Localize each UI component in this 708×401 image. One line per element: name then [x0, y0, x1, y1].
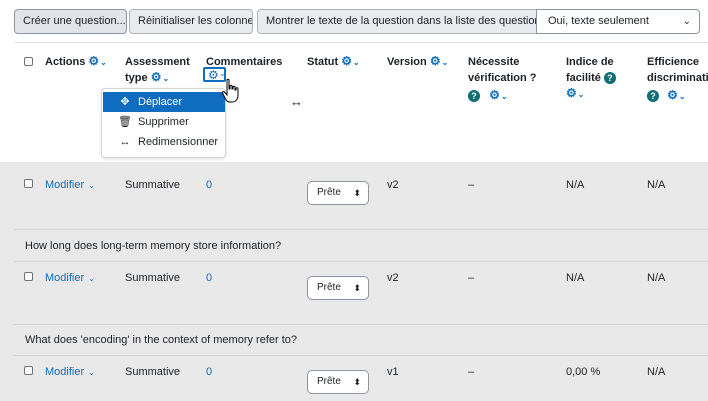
gear-icon: ⚙: [208, 68, 219, 82]
chevron-down-icon[interactable]: ⌄: [353, 55, 360, 71]
needs-check-value: –: [468, 179, 475, 191]
question-text: How long does long-term memory store inf…: [25, 240, 282, 252]
select-all-checkbox[interactable]: [24, 57, 33, 66]
column-actions-label: Actions: [45, 56, 86, 68]
column-header-status: Statut ⚙⌄: [307, 54, 360, 71]
question-help-icon[interactable]: ?: [647, 90, 659, 102]
assessment-type-value: Summative: [125, 179, 181, 191]
gear-icon[interactable]: ⚙: [489, 89, 500, 101]
discrimination-value: N/A: [647, 179, 666, 191]
row-divider: [14, 324, 708, 325]
assessment-type-value: Summative: [125, 272, 181, 284]
facility-value: N/A: [566, 272, 585, 284]
sort-caret-icon: ⬍: [353, 377, 361, 387]
column-facility-label-line1: Indice de: [566, 56, 614, 68]
gear-icon[interactable]: ⚙: [341, 55, 352, 67]
show-question-text-select[interactable]: Oui, texte seulement ⌄: [536, 9, 700, 34]
show-question-text-label: Montrer le texte de la question dans la …: [257, 9, 536, 34]
status-select[interactable]: Prête ⬍: [307, 276, 369, 300]
menu-item-move[interactable]: ✥ Déplacer: [103, 92, 225, 112]
trash-icon: 🗑: [118, 116, 132, 128]
column-status-label: Statut: [307, 56, 339, 68]
header-divider: [14, 42, 708, 43]
row-checkbox[interactable]: [24, 272, 33, 281]
needs-check-value: –: [468, 272, 475, 284]
gear-icon[interactable]: ⚙: [88, 55, 99, 67]
hand-cursor-icon: [221, 78, 239, 103]
discrimination-value: N/A: [647, 272, 666, 284]
question-help-icon[interactable]: ?: [603, 72, 616, 84]
column-header-discrimination: Efficience discriminativ ? ⚙⌄: [647, 54, 708, 105]
comments-count-link[interactable]: 0: [206, 366, 212, 378]
column-assessment-label-line1: Assessment: [125, 56, 190, 68]
create-question-button[interactable]: Créer une question...: [14, 9, 127, 34]
column-header-facility: Indice de facilité ? ⚙⌄: [566, 54, 616, 103]
status-select[interactable]: Prête ⬍: [307, 181, 369, 205]
chevron-down-icon: ⌄: [219, 69, 226, 78]
menu-item-resize[interactable]: ↔ Redimensionner: [103, 132, 225, 152]
facility-value: 0,00 %: [566, 366, 601, 378]
chevron-down-icon[interactable]: ⌄: [679, 89, 686, 105]
column-header-actions: Actions ⚙⌄: [45, 54, 107, 71]
edit-menu-link[interactable]: Modifier ⌄: [45, 179, 95, 191]
chevron-down-icon: ⌄: [682, 16, 691, 27]
resize-icon: ↔: [119, 136, 131, 148]
chevron-down-icon: ⌄: [88, 368, 95, 377]
needs-check-value: –: [468, 366, 475, 378]
assessment-type-value: Summative: [125, 366, 181, 378]
column-header-needs-check: Nécessite vérification ? ? ⚙⌄: [468, 54, 536, 105]
comments-count-link[interactable]: 0: [206, 179, 212, 191]
column-actions-menu: ✥ Déplacer 🗑 Supprimer ↔ Redimensionner: [101, 88, 226, 158]
gear-icon[interactable]: ⚙: [667, 89, 678, 101]
question-help-icon[interactable]: ?: [468, 90, 480, 102]
edit-menu-link[interactable]: Modifier ⌄: [45, 366, 95, 378]
chevron-down-icon[interactable]: ⌄: [501, 89, 508, 105]
column-assessment-label-line2: type: [125, 72, 148, 84]
chevron-down-icon: ⌄: [88, 181, 95, 190]
gear-icon[interactable]: ⚙: [151, 71, 162, 83]
row-checkbox[interactable]: [24, 366, 33, 375]
question-text: What does 'encoding' in the context of m…: [25, 334, 298, 346]
status-select[interactable]: Prête ⬍: [307, 370, 369, 394]
sort-caret-icon: ⬍: [353, 188, 361, 198]
column-header-version: Version ⚙⌄: [387, 54, 448, 71]
chevron-down-icon: ⌄: [88, 274, 95, 283]
column-header-assessment: Assessment type ⚙⌄: [125, 54, 190, 87]
resize-icon[interactable]: ↔: [290, 94, 303, 109]
chevron-down-icon[interactable]: ⌄: [578, 87, 585, 103]
row-divider: [14, 229, 708, 230]
menu-item-delete[interactable]: 🗑 Supprimer: [103, 112, 225, 132]
column-version-label: Version: [387, 56, 427, 68]
column-discrimination-label-line1: Efficience: [647, 56, 699, 68]
version-value: v1: [387, 366, 399, 378]
reset-columns-button[interactable]: Réinitialiser les colonnes: [129, 9, 253, 34]
show-question-text-value: Oui, texte seulement: [548, 15, 649, 27]
column-facility-label-line2: facilité: [566, 72, 601, 84]
move-icon: ✥: [120, 96, 130, 108]
gear-icon[interactable]: ⚙: [430, 55, 441, 67]
facility-value: N/A: [566, 179, 585, 191]
column-needs-check-label-line2: vérification ?: [468, 72, 537, 84]
edit-menu-link[interactable]: Modifier ⌄: [45, 272, 95, 284]
gear-icon[interactable]: ⚙: [566, 87, 577, 99]
chevron-down-icon[interactable]: ⌄: [100, 55, 107, 71]
version-value: v2: [387, 272, 399, 284]
top-panel: Créer une question... Réinitialiser les …: [0, 0, 708, 162]
column-discrimination-label-line2: discriminativ: [647, 72, 708, 84]
row-checkbox[interactable]: [24, 179, 33, 188]
discrimination-value: N/A: [647, 366, 666, 378]
comments-count-link[interactable]: 0: [206, 272, 212, 284]
chevron-down-icon[interactable]: ⌄: [162, 71, 169, 87]
chevron-down-icon[interactable]: ⌄: [442, 55, 449, 71]
version-value: v2: [387, 179, 399, 191]
column-needs-check-label-line1: Nécessite: [468, 56, 520, 68]
sort-caret-icon: ⬍: [353, 283, 361, 293]
